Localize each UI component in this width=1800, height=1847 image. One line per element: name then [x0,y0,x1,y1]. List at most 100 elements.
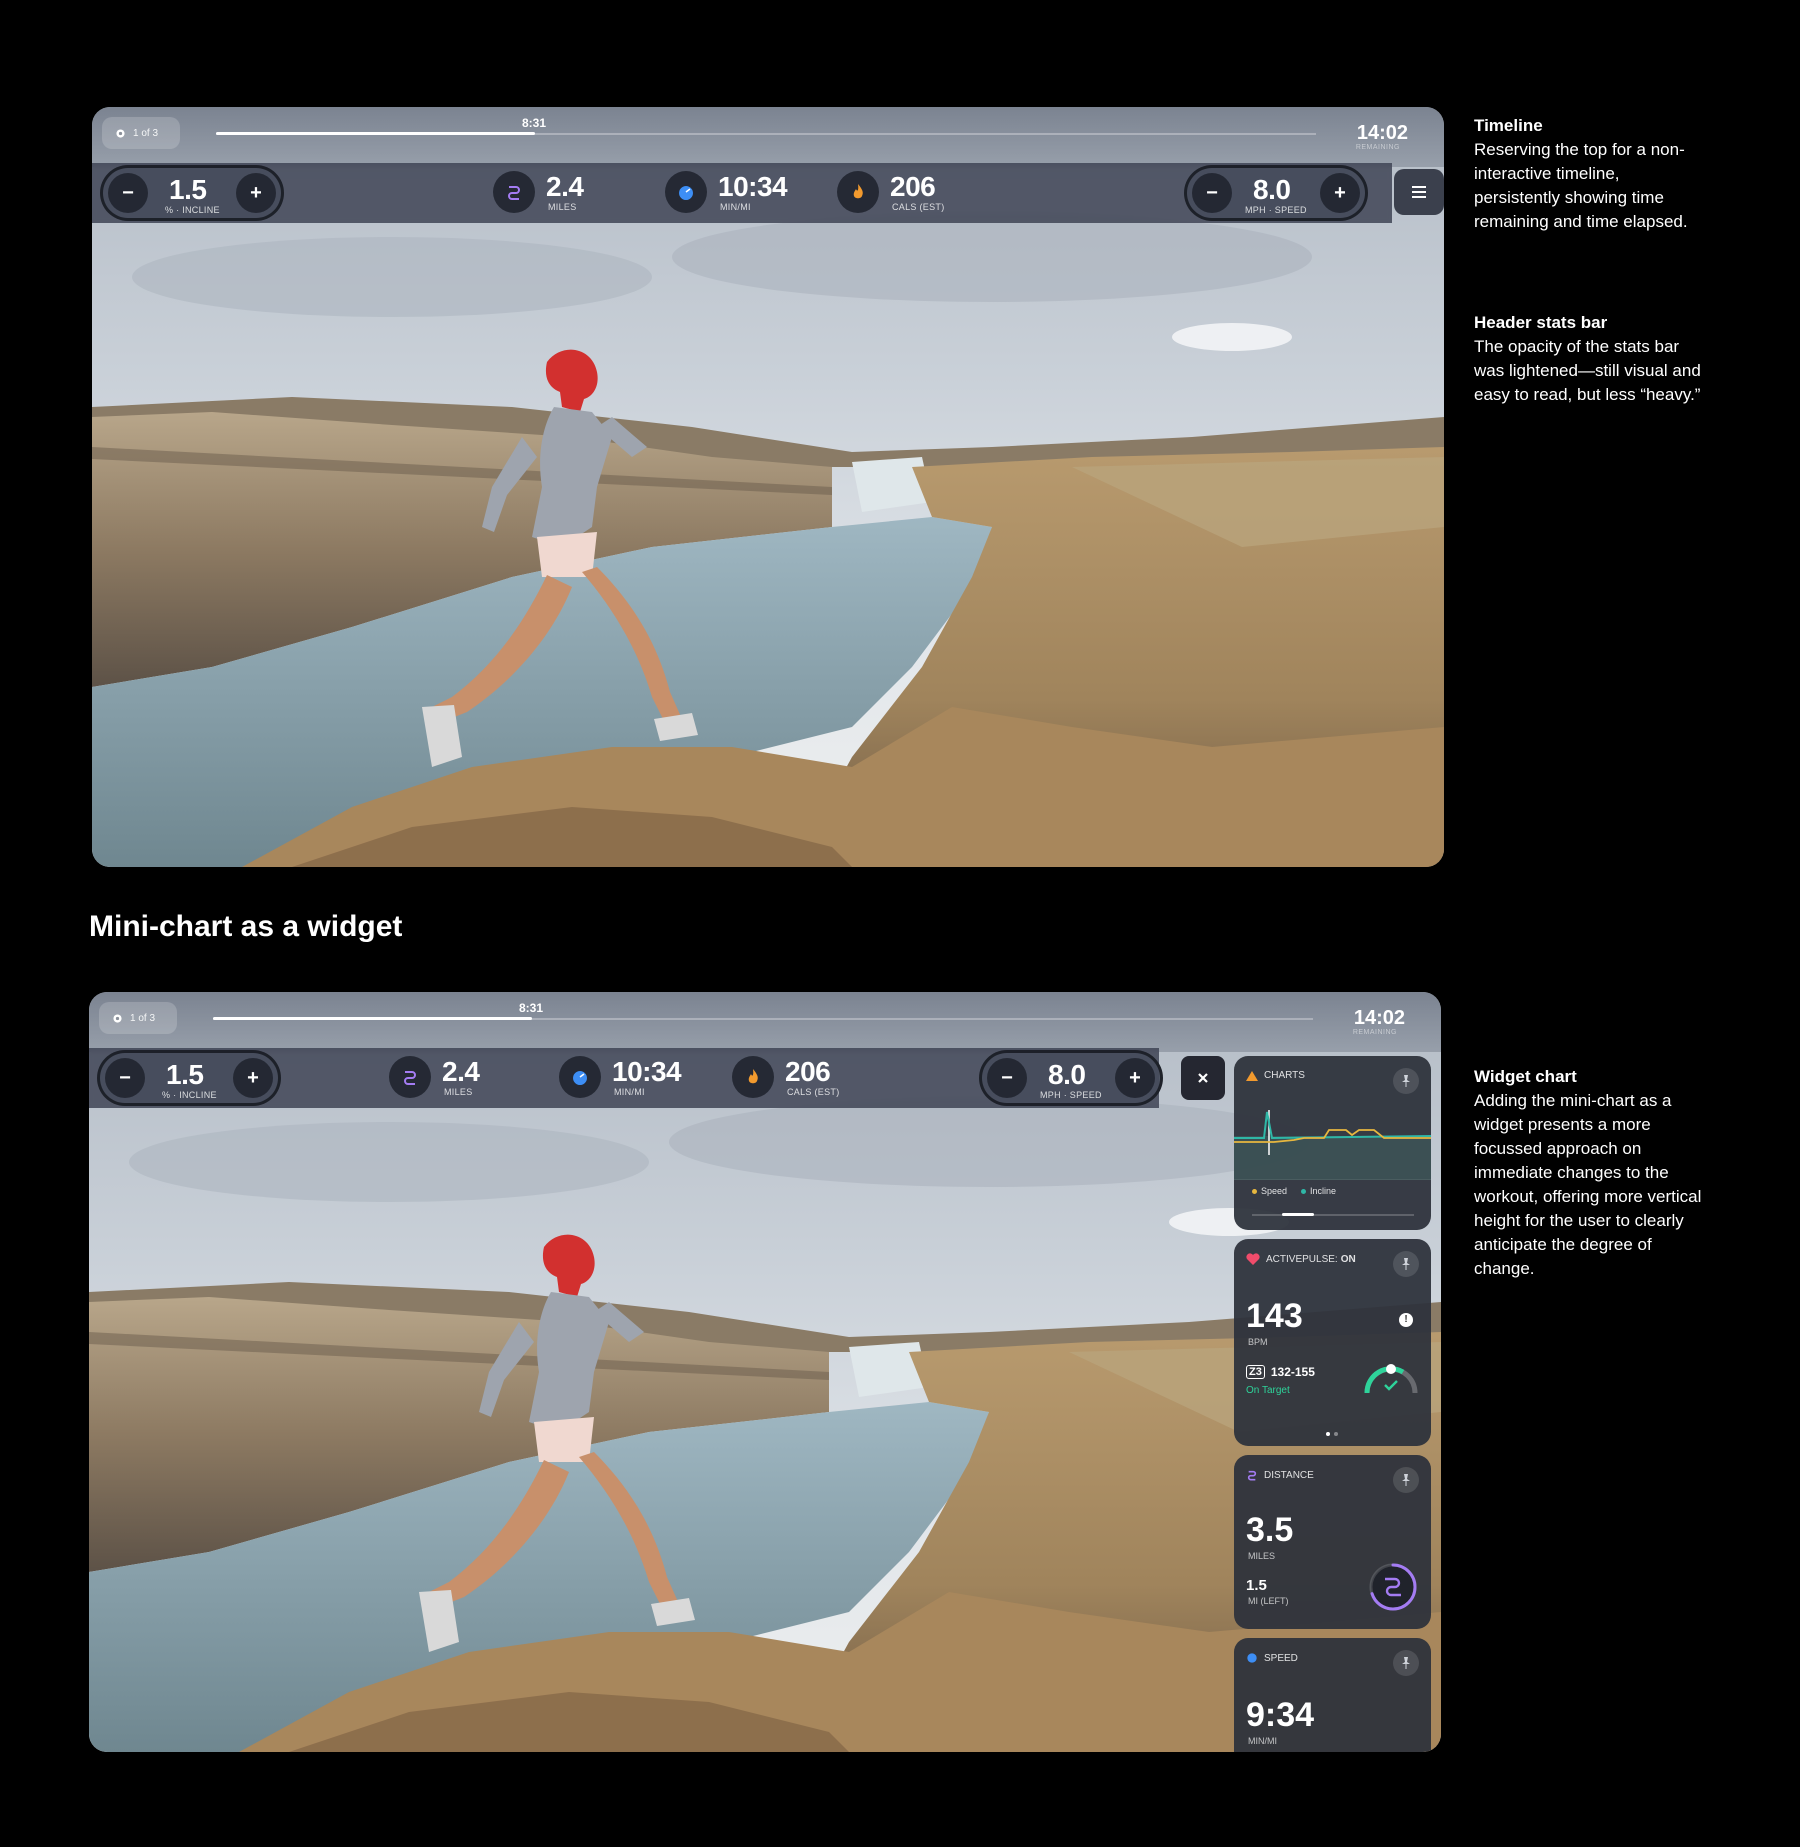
close-widgets-button[interactable] [1181,1056,1225,1100]
note-body: The opacity of the stats bar was lighten… [1474,337,1701,404]
incline-label: % · INCLINE [165,205,220,215]
flame-icon [732,1056,774,1098]
distance-title: DISTANCE [1264,1469,1314,1481]
incline-plus-button[interactable]: + [233,1058,273,1098]
activepulse-widget[interactable]: ACTIVEPULSE: ON 143 BPM ! Z3 132-155 On … [1234,1239,1431,1446]
menu-icon [1412,186,1426,198]
pin-icon [1402,1258,1410,1270]
flame-icon [837,171,879,213]
incline-minus-button[interactable]: − [108,173,148,213]
pace-icon [665,171,707,213]
incline-value: 1.5 [166,1059,204,1090]
speed-value: 8.0 [1253,174,1291,205]
distance-icon [1247,1470,1257,1481]
remaining-label: REMAINING [1355,144,1400,151]
heart-rate-value: 143 [1246,1297,1303,1335]
speed-minus-button[interactable]: − [987,1058,1027,1098]
pin-icon [1402,1657,1410,1669]
pin-icon [1402,1075,1410,1087]
incline-line [1234,1111,1431,1140]
speed-plus-button[interactable]: + [1320,173,1360,213]
distance-widget[interactable]: DISTANCE 3.5 MILES 1.5 MI (LEFT) [1234,1455,1431,1629]
timeline-progress [213,1017,532,1020]
segment-indicator[interactable]: 1 of 3 [102,117,180,149]
miles-value: 2.4 [442,1056,480,1087]
incline-value: 1.5 [169,174,207,205]
charts-title: CHARTS [1264,1070,1305,1081]
segment-label: 1 of 3 [130,1012,156,1024]
note-header-stats-bar: Header stats bar The opacity of the stat… [1474,311,1704,407]
chart-icon [1246,1070,1258,1081]
note-timeline: Timeline Reserving the top for a non-int… [1474,114,1704,234]
zone-range: 132-155 [1270,1365,1315,1379]
time-remaining: 14:02 [1356,122,1408,144]
timeline-bar [92,107,1444,167]
speed-widget[interactable]: SPEED 9:34 MIN/MI [1234,1638,1431,1752]
time-remaining: 14:02 [1353,1007,1405,1029]
check-icon [1384,1380,1398,1391]
section-heading: Mini-chart as a widget [89,910,403,943]
note-body: Reserving the top for a non-interactive … [1474,140,1688,231]
incline-plus-button[interactable]: + [236,173,276,213]
note-title: Header stats bar [1474,313,1608,332]
legend-incline: Incline [1301,1186,1336,1196]
pace-label: MIN/MI [614,1087,645,1097]
chart-scroll-thumb[interactable] [1282,1213,1314,1216]
timeline-progress [216,132,535,135]
distance-left-value: 1.5 [1246,1577,1267,1594]
pin-button[interactable] [1393,1467,1419,1493]
mini-chart [1234,1110,1431,1180]
workout-screen-timeline: 1 of 3 8:31 14:02 REMAINING − 1.5 % · IN… [92,107,1444,867]
incline-control: − 1.5 % · INCLINE + [100,165,284,221]
pin-button[interactable] [1393,1650,1419,1676]
distance-header: DISTANCE [1246,1469,1314,1481]
segment-label: 1 of 3 [133,127,159,139]
speed-label: MPH · SPEED [1245,205,1307,215]
segment-indicator[interactable]: 1 of 3 [99,1002,177,1034]
distance-unit: MILES [1248,1551,1276,1561]
miles-label: MILES [444,1087,473,1097]
pace-icon [559,1056,601,1098]
zone-badge: Z3 [1246,1365,1265,1379]
note-widget-chart: Widget chart Adding the mini-chart as a … [1474,1065,1704,1281]
workout-screen-widgets: 1 of 3 8:31 14:02 REMAINING − 1.5 % · IN… [89,992,1441,1752]
distance-icon [389,1056,431,1098]
speed-minus-button[interactable]: − [1192,173,1232,213]
miles-label: MILES [548,202,577,212]
pace-label: MIN/MI [720,202,751,212]
legend-incline-label: Incline [1310,1186,1337,1196]
gear-icon [116,128,125,138]
calories-value: 206 [785,1056,831,1087]
pin-button[interactable] [1393,1251,1419,1277]
page-dots[interactable] [1326,1432,1338,1436]
pace-value: 10:34 [612,1056,682,1087]
incline-minus-button[interactable]: − [105,1058,145,1098]
timeline-bar [89,992,1441,1052]
incline-control: − 1.5 % · INCLINE + [97,1050,281,1106]
zone-status: On Target [1246,1385,1290,1396]
pin-button[interactable] [1393,1068,1419,1094]
note-title: Timeline [1474,116,1543,135]
speed-widget-value: 9:34 [1246,1696,1315,1734]
speed-label: MPH · SPEED [1040,1090,1102,1100]
distance-ring [1369,1563,1417,1611]
distance-value: 3.5 [1246,1511,1294,1549]
remaining-label: REMAINING [1352,1029,1397,1036]
menu-button[interactable] [1394,169,1444,215]
charts-widget[interactable]: CHARTS Speed Incline [1234,1056,1431,1230]
distance-icon [493,171,535,213]
calories-value: 206 [890,171,936,202]
legend-speed: Speed [1252,1186,1287,1196]
legend-speed-label: Speed [1261,1186,1288,1196]
pace-icon [1247,1653,1257,1663]
speed-title: SPEED [1264,1652,1298,1664]
heart-icon [1246,1253,1260,1265]
note-title: Widget chart [1474,1067,1577,1086]
calories-label: CALS (EST) [787,1087,840,1097]
speed-plus-button[interactable]: + [1115,1058,1155,1098]
info-icon[interactable]: ! [1399,1313,1413,1327]
pin-icon [1402,1474,1410,1486]
miles-value: 2.4 [546,171,584,202]
note-body: Adding the mini-chart as a widget presen… [1474,1091,1702,1278]
chart-scrollbar[interactable] [1252,1213,1414,1216]
